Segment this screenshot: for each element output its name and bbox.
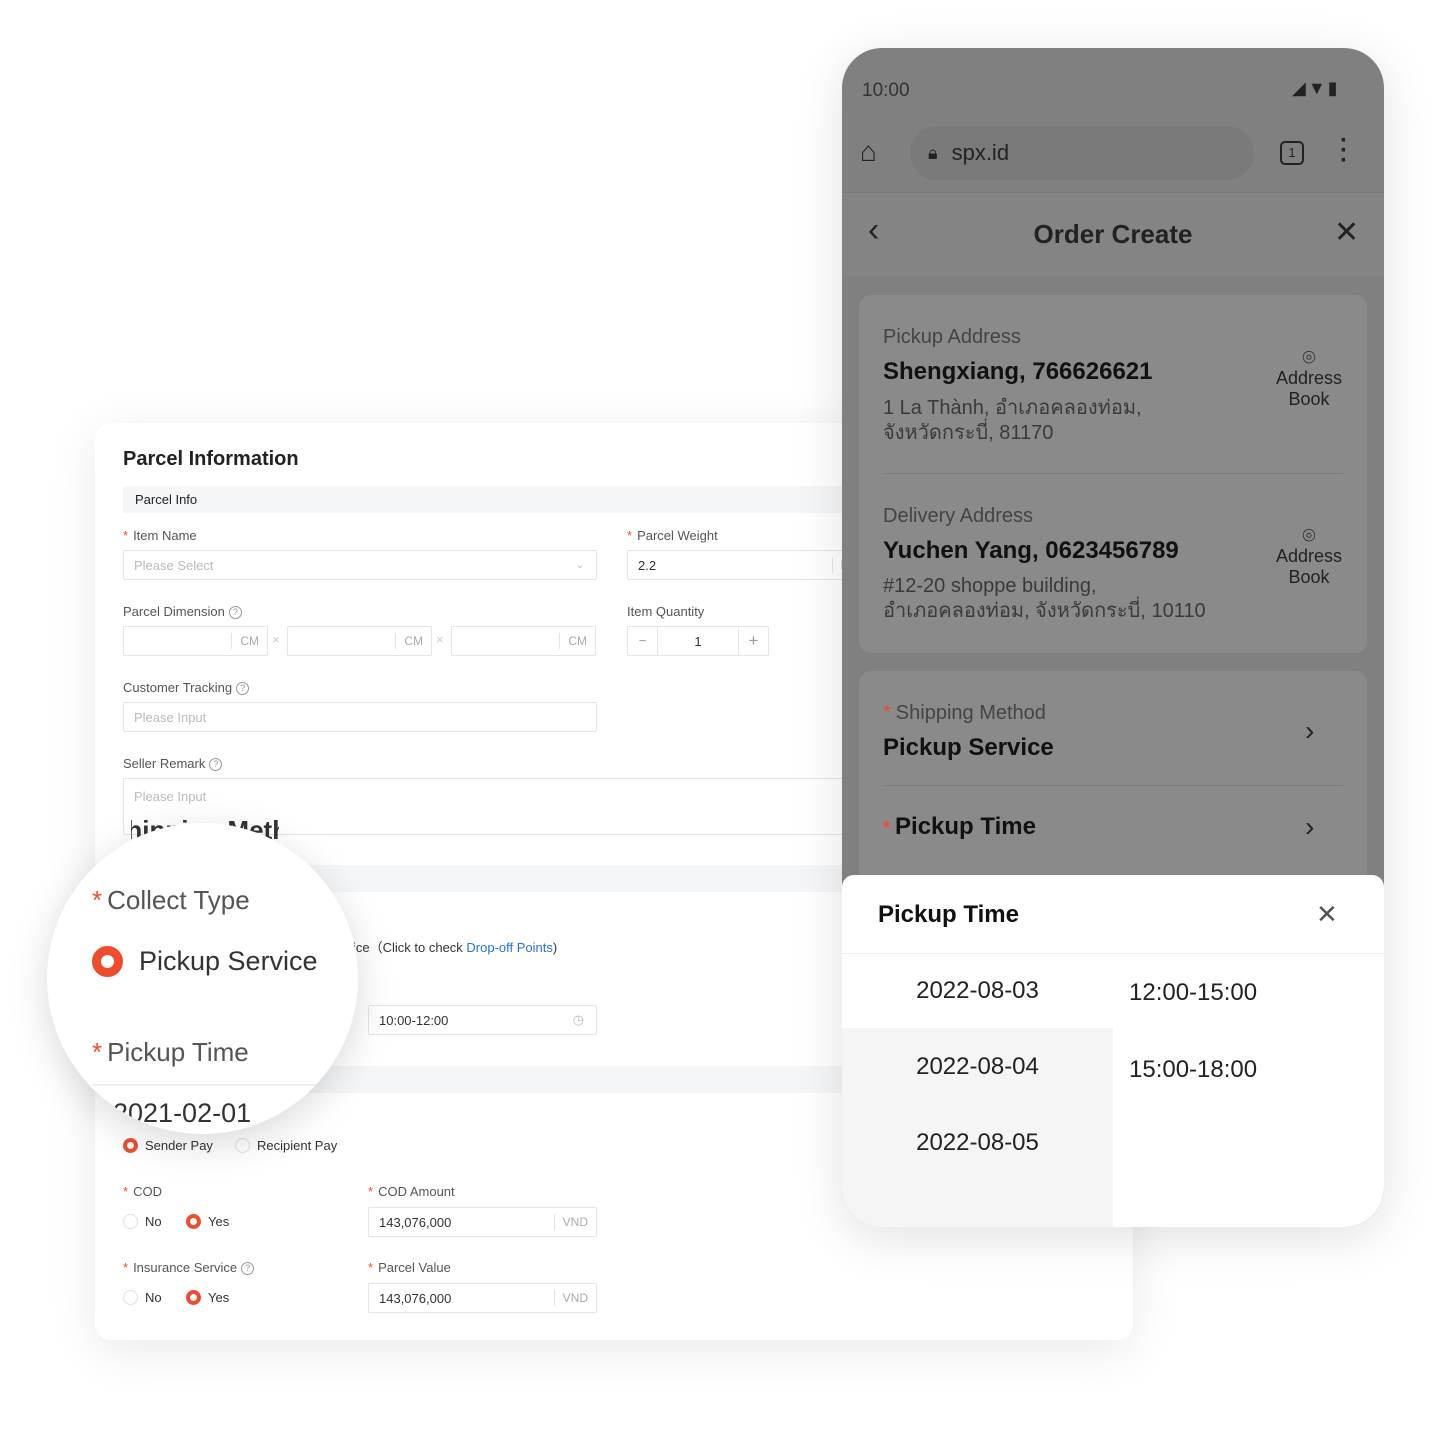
tabs-button[interactable]: 1 <box>1280 141 1304 165</box>
pickup-time-sheet: Pickup Time ✕ 2022-08-03 2022-08-04 2022… <box>842 875 1384 1227</box>
cod-label: * COD <box>123 1184 162 1199</box>
help-icon: ? <box>228 606 242 620</box>
date-option[interactable]: 2022-08-03 <box>842 977 1113 1005</box>
pickup-address-book-button[interactable]: ⌾ Address Book <box>1267 347 1351 410</box>
collect-note: ice（Click to check Drop-off Points) <box>353 940 558 955</box>
parcel-value-label: * Parcel Value <box>368 1260 451 1275</box>
panel-title: Parcel Information <box>123 448 299 470</box>
cod-amount-input[interactable]: 143,076,000 VND <box>368 1207 597 1237</box>
time-slot-option[interactable]: 15:00-18:00 <box>1129 1056 1257 1084</box>
sender-pay-radio[interactable]: Sender Pay <box>123 1138 213 1153</box>
delivery-address-book-button[interactable]: ⌾ Address Book <box>1267 525 1351 588</box>
help-icon: ? <box>236 682 250 696</box>
divider <box>842 953 1384 954</box>
lock-icon: 🔒︎ <box>928 142 938 163</box>
divider <box>883 473 1343 474</box>
status-time: 10:00 <box>862 80 910 101</box>
time-slot-option[interactable]: 12:00-15:00 <box>1129 979 1257 1007</box>
insurance-yes-radio[interactable]: Yes <box>186 1290 229 1305</box>
divider <box>92 1084 352 1086</box>
signal-wifi-battery-icon: ◢▼▮ <box>1292 78 1340 98</box>
shipping-method-value[interactable]: Pickup Service <box>883 734 1054 762</box>
pickup-date-value: 2021-02-01 <box>113 1098 252 1128</box>
chevron-right-icon[interactable]: › <box>1305 715 1314 747</box>
height-input[interactable]: CM <box>451 626 596 656</box>
customer-tracking-input[interactable]: Please Input <box>123 702 597 732</box>
close-icon[interactable]: ✕ <box>1316 899 1338 930</box>
collect-type-label: Collect Type <box>107 885 250 915</box>
item-name-label: * Item Name <box>123 528 197 543</box>
customer-tracking-label: Customer Tracking? <box>123 680 250 696</box>
length-input[interactable]: CM <box>123 626 268 656</box>
date-option[interactable]: 2022-08-04 <box>842 1053 1113 1081</box>
pickup-name: Shengxiang, 766626621 <box>883 358 1153 385</box>
increment-button[interactable]: + <box>738 627 768 655</box>
insurance-no-radio[interactable]: No <box>123 1290 162 1305</box>
page-title: Order Create <box>1033 219 1193 249</box>
close-icon[interactable]: ✕ <box>1334 215 1359 250</box>
times-icon: × <box>436 632 444 647</box>
dropoff-points-link[interactable]: Drop-off Points <box>466 940 552 955</box>
parcel-weight-input[interactable]: 2.2KG <box>627 550 867 580</box>
cod-yes-radio[interactable]: Yes <box>186 1214 229 1229</box>
sheet-title: Pickup Time <box>878 901 1019 928</box>
home-icon[interactable]: ⌂ <box>860 136 877 168</box>
more-menu-icon[interactable]: · · · <box>1340 129 1348 173</box>
magnifier-callout: * Collect Type Pickup Service * Pickup Tim… <box>47 823 358 1134</box>
insurance-label: * Insurance Service? <box>123 1260 255 1276</box>
address-book-icon: ⌾ <box>1302 345 1316 370</box>
parcel-weight-label: * Parcel Weight <box>627 528 718 543</box>
parcel-dimension-label: Parcel Dimension? <box>123 604 242 620</box>
date-option[interactable]: 2022-08-05 <box>842 1129 1113 1157</box>
parcel-value-input[interactable]: 143,076,000 VND <box>368 1283 597 1313</box>
chevron-down-icon: ⌄ <box>575 559 584 571</box>
shipping-card: * Shipping Method Pickup Service › * Picku… <box>859 671 1367 901</box>
item-name-select[interactable]: Please Select ⌄ <box>123 550 597 580</box>
address-book-icon: ⌾ <box>1302 523 1316 548</box>
help-icon: ? <box>209 758 223 772</box>
pickup-time-row[interactable]: * Pickup Time <box>883 813 1036 841</box>
recipient-pay-radio[interactable]: Recipient Pay <box>235 1138 337 1153</box>
clock-icon: ◷ <box>572 1012 584 1027</box>
app-header: ‹ Order Create ✕ <box>842 192 1384 276</box>
chevron-right-icon[interactable]: › <box>1305 811 1314 843</box>
seller-remark-label: Seller Remark? <box>123 756 223 772</box>
decrement-button[interactable]: − <box>628 627 658 655</box>
quantity-value: 1 <box>694 633 702 649</box>
pickup-service-radio[interactable]: Pickup Service <box>92 946 318 977</box>
address-card: Pickup Address Shengxiang, 766626621 1 L… <box>859 295 1367 653</box>
times-icon: × <box>272 632 280 647</box>
delivery-name: Yuchen Yang, 0623456789 <box>883 537 1179 564</box>
quantity-stepper[interactable]: − 1 + <box>627 626 769 656</box>
width-input[interactable]: CM <box>287 626 432 656</box>
item-quantity-label: Item Quantity <box>627 604 705 619</box>
mobile-phone-mockup: 10:00 ◢▼▮ ⌂ 🔒︎ spx.id 1 · · · ‹ Order Creat… <box>842 48 1384 1227</box>
pickup-time-label: Pickup Time <box>107 1037 249 1067</box>
cod-amount-label: * COD Amount <box>368 1184 455 1199</box>
pickup-time-input[interactable]: 10:00-12:00 ◷ <box>368 1005 597 1035</box>
divider <box>883 785 1343 786</box>
url-bar[interactable]: 🔒︎ spx.id <box>910 126 1254 180</box>
cod-no-radio[interactable]: No <box>123 1214 162 1229</box>
help-icon: ? <box>241 1262 255 1276</box>
